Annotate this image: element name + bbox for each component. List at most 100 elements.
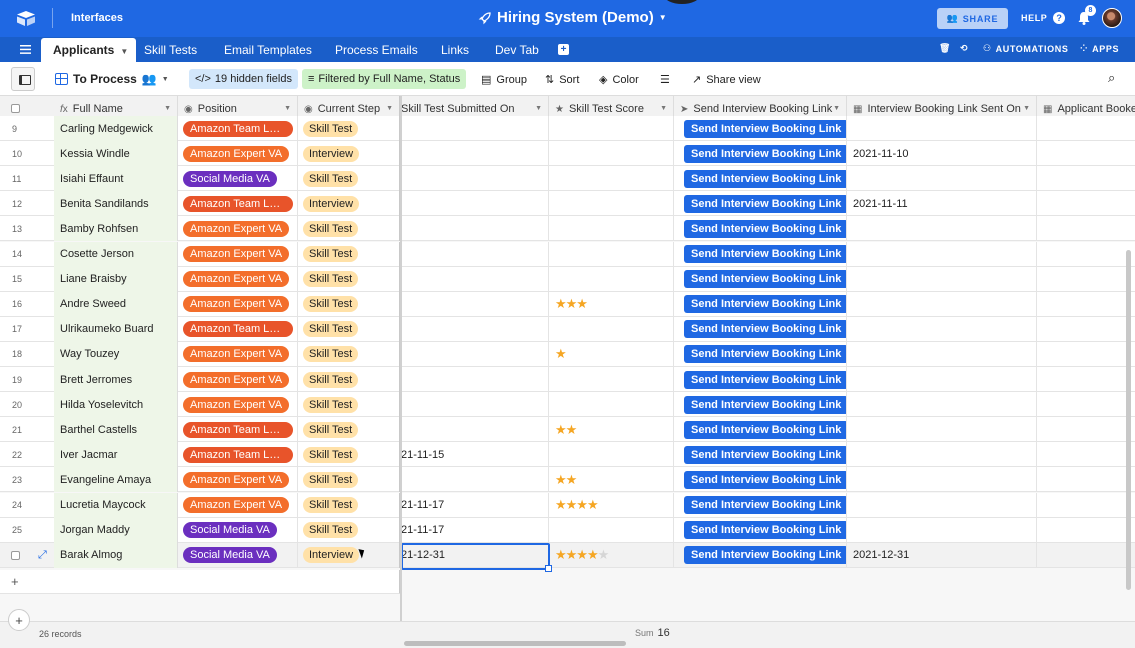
- chevron-down-icon[interactable]: ▼: [386, 105, 393, 112]
- chevron-down-icon[interactable]: ▼: [1023, 105, 1030, 112]
- horizontal-scrollbar[interactable]: [404, 641, 626, 646]
- full-name-cell[interactable]: Way Touzey: [54, 341, 178, 367]
- applicant-booked-cell[interactable]: [1037, 191, 1135, 216]
- table-row[interactable]: 16 Andre Sweed Amazon Expert VA Skill Test ★…: [0, 291, 1135, 317]
- full-name-cell[interactable]: Barak Almog: [54, 542, 178, 568]
- score-cell[interactable]: [549, 367, 674, 392]
- applicant-booked-cell[interactable]: [1037, 442, 1135, 467]
- send-booking-link-button[interactable]: Send Interview Booking Link: [684, 345, 846, 364]
- send-booking-link-button[interactable]: Send Interview Booking Link: [684, 245, 846, 263]
- table-row[interactable]: ⤢ Barak Almog Social Media VA Interview 21-1…: [0, 542, 1135, 568]
- position-cell[interactable]: Amazon Expert VA: [178, 141, 298, 167]
- applicant-booked-cell[interactable]: [1037, 392, 1135, 417]
- full-name-cell[interactable]: Benita Sandilands: [54, 191, 178, 217]
- color-button[interactable]: ◈ Color: [599, 73, 639, 87]
- current-step-cell[interactable]: Skill Test: [298, 367, 401, 392]
- full-name-cell[interactable]: Andre Sweed: [54, 291, 178, 317]
- expand-icon[interactable]: ⤢: [38, 549, 48, 560]
- current-step-cell[interactable]: Interview: [298, 191, 401, 217]
- score-cell[interactable]: ★★★★★: [549, 542, 674, 568]
- submitted-on-cell[interactable]: [401, 392, 549, 418]
- select-all-checkbox[interactable]: [11, 104, 20, 113]
- current-step-cell[interactable]: Interview: [298, 542, 401, 568]
- score-cell[interactable]: ★★★★: [549, 492, 674, 518]
- table-row[interactable]: 14 Cosette Jerson Amazon Expert VA Skill Te…: [0, 241, 1135, 267]
- tab-skill-tests[interactable]: Skill Tests: [144, 43, 197, 57]
- current-step-cell[interactable]: Skill Test: [298, 341, 401, 367]
- link-sent-on-cell[interactable]: [847, 517, 1037, 543]
- submitted-on-cell[interactable]: [401, 241, 549, 267]
- table-row[interactable]: 12 Benita Sandilands Amazon Team Lea... Int…: [0, 191, 1135, 217]
- link-sent-on-cell[interactable]: [847, 116, 1037, 141]
- score-cell[interactable]: [549, 517, 674, 543]
- full-name-cell[interactable]: Kessia Windle: [54, 141, 178, 167]
- tab-applicants[interactable]: Applicants ▼: [41, 38, 137, 62]
- position-cell[interactable]: Amazon Team Lea...: [178, 316, 298, 342]
- chevron-down-icon[interactable]: ▼: [284, 105, 291, 112]
- airtable-logo-icon[interactable]: [16, 10, 36, 27]
- sort-button[interactable]: ⇅ Sort: [545, 73, 579, 87]
- chevron-down-icon[interactable]: ▼: [833, 105, 840, 112]
- position-cell[interactable]: Amazon Expert VA: [178, 216, 298, 242]
- send-booking-link-button[interactable]: Send Interview Booking Link: [684, 144, 846, 163]
- current-step-cell[interactable]: Skill Test: [298, 492, 401, 518]
- current-step-cell[interactable]: Skill Test: [298, 166, 401, 192]
- table-row[interactable]: 13 Bamby Rohfsen Amazon Expert VA Skill Tes…: [0, 216, 1135, 242]
- submitted-on-cell[interactable]: [401, 467, 549, 493]
- link-sent-on-cell[interactable]: [847, 492, 1037, 518]
- link-sent-on-cell[interactable]: [847, 316, 1037, 342]
- score-cell[interactable]: ★: [549, 341, 674, 367]
- applicant-booked-cell[interactable]: [1037, 317, 1135, 342]
- applicant-booked-cell[interactable]: [1037, 166, 1135, 191]
- table-row[interactable]: 11 Isiahi Effaunt Social Media VA Skill Tes…: [0, 166, 1135, 192]
- base-title[interactable]: Hiring System (Demo) ▼: [478, 9, 667, 26]
- current-step-cell[interactable]: Skill Test: [298, 216, 401, 242]
- table-row[interactable]: 25 Jorgan Maddy Social Media VA Skill Test 2…: [0, 517, 1135, 543]
- send-booking-link-button[interactable]: Send Interview Booking Link: [684, 420, 846, 439]
- table-row[interactable]: 17 Ulrikaumeko Buard Amazon Team Lea... Ski…: [0, 316, 1135, 342]
- send-booking-link-button[interactable]: Send Interview Booking Link: [684, 169, 846, 188]
- send-booking-link-button[interactable]: Send Interview Booking Link: [684, 395, 846, 414]
- view-switcher[interactable]: To Process 👥 ▼: [55, 72, 169, 86]
- table-row[interactable]: 15 Liane Braisby Amazon Expert VA Skill Tes…: [0, 266, 1135, 292]
- interfaces-link[interactable]: Interfaces: [71, 12, 123, 24]
- share-view-button[interactable]: ↗ Share view: [692, 73, 761, 87]
- applicant-booked-cell[interactable]: [1037, 417, 1135, 442]
- send-booking-link-button[interactable]: Send Interview Booking Link: [684, 521, 846, 540]
- link-sent-on-cell[interactable]: 2021-12-31: [847, 542, 1037, 568]
- score-cell[interactable]: [549, 392, 674, 418]
- position-cell[interactable]: Social Media VA: [178, 517, 298, 543]
- chevron-down-icon[interactable]: ▼: [660, 105, 667, 112]
- position-cell[interactable]: Amazon Team Lea...: [178, 191, 298, 217]
- link-sent-on-cell[interactable]: 2021-11-11: [847, 191, 1037, 217]
- applicant-booked-cell[interactable]: [1037, 518, 1135, 543]
- full-name-cell[interactable]: Bamby Rohfsen: [54, 216, 178, 242]
- current-step-cell[interactable]: Skill Test: [298, 266, 401, 292]
- automations-button[interactable]: ⚇ AUTOMATIONS: [983, 43, 1068, 54]
- table-row[interactable]: 24 Lucretia Maycock Amazon Expert VA Skill …: [0, 492, 1135, 518]
- score-cell[interactable]: [549, 216, 674, 242]
- link-sent-on-cell[interactable]: [847, 291, 1037, 317]
- full-name-cell[interactable]: Evangeline Amaya: [54, 467, 178, 493]
- position-cell[interactable]: Amazon Team Lea...: [178, 442, 298, 468]
- applicant-booked-cell[interactable]: [1037, 292, 1135, 317]
- submitted-on-cell[interactable]: [401, 116, 549, 141]
- submitted-on-cell[interactable]: 21-11-17: [401, 517, 549, 543]
- position-cell[interactable]: Amazon Expert VA: [178, 467, 298, 493]
- vertical-scrollbar[interactable]: [1126, 250, 1131, 590]
- current-step-cell[interactable]: Skill Test: [298, 442, 401, 468]
- hidden-fields-button[interactable]: </> 19 hidden fields: [189, 69, 298, 89]
- submitted-on-cell[interactable]: 21-11-17: [401, 492, 549, 518]
- link-sent-on-cell[interactable]: [847, 367, 1037, 392]
- share-button[interactable]: 👥 SHARE: [937, 8, 1008, 29]
- score-cell[interactable]: [549, 266, 674, 292]
- position-cell[interactable]: Amazon Expert VA: [178, 492, 298, 518]
- submitted-on-cell[interactable]: [401, 417, 549, 443]
- score-cell[interactable]: [549, 116, 674, 141]
- help-button[interactable]: HELP ?: [1021, 12, 1066, 24]
- full-name-cell[interactable]: Cosette Jerson: [54, 241, 178, 267]
- score-cell[interactable]: [549, 241, 674, 267]
- score-cell[interactable]: [549, 191, 674, 217]
- full-name-cell[interactable]: Liane Braisby: [54, 266, 178, 292]
- full-name-cell[interactable]: Brett Jerromes: [54, 367, 178, 392]
